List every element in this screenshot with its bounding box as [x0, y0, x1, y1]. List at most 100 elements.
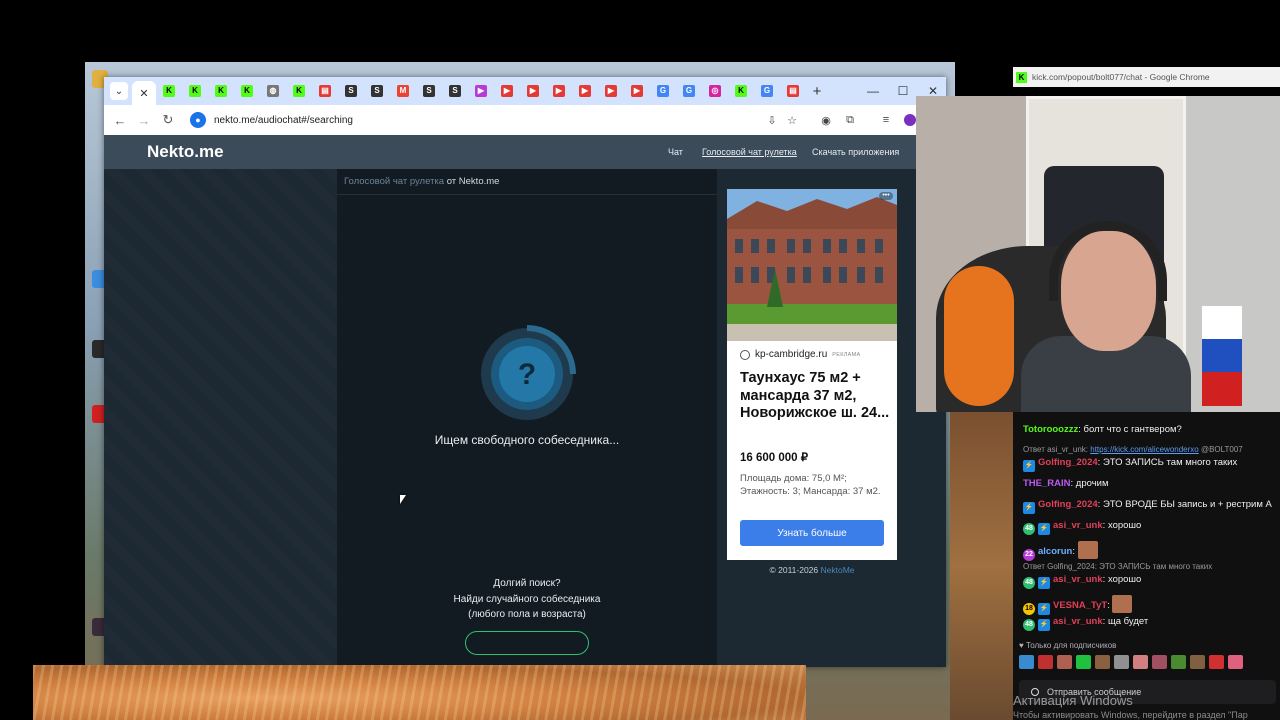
- browser-tab[interactable]: G: [754, 77, 780, 105]
- chat-username[interactable]: Golfing_2024: [1038, 457, 1098, 468]
- browser-tab[interactable]: ◍: [260, 77, 286, 105]
- emote-icon[interactable]: [1171, 655, 1186, 669]
- ad-card[interactable]: ••• kp-cambridge.ru РЕКЛАМА Таунхаус 75 …: [727, 189, 897, 560]
- nav-chat[interactable]: Чат: [668, 147, 683, 157]
- emote-icon[interactable]: [1095, 655, 1110, 669]
- emote-icon[interactable]: [1076, 655, 1091, 669]
- extension-icon[interactable]: ◉: [816, 110, 836, 130]
- back-icon[interactable]: ←: [108, 108, 132, 132]
- emote-icon[interactable]: [1019, 655, 1034, 669]
- tab-favicon-icon: K: [215, 85, 227, 97]
- nav-download-apps[interactable]: Скачать приложения: [812, 147, 899, 157]
- ad-options-icon[interactable]: •••: [879, 192, 893, 200]
- ad-badge: РЕКЛАМА: [832, 351, 861, 358]
- subscriber-badge-icon: ⚡: [1023, 502, 1035, 514]
- ad-domain[interactable]: kp-cambridge.ru: [755, 349, 827, 360]
- browser-tab[interactable]: K: [286, 77, 312, 105]
- chat-username[interactable]: Golfing_2024: [1038, 499, 1098, 510]
- browser-tab[interactable]: G: [676, 77, 702, 105]
- tab-favicon-icon: S: [371, 85, 383, 97]
- chat-text: хорошо: [1107, 520, 1142, 531]
- browser-tab[interactable]: K: [156, 77, 182, 105]
- site-logo[interactable]: Nekto.me: [147, 142, 224, 162]
- media-control-icon[interactable]: ≡: [876, 110, 896, 130]
- chat-text: ЭТО ВРОДЕ БЫ запись и + рестрим А: [1102, 499, 1272, 510]
- emote-icon[interactable]: [1209, 655, 1224, 669]
- close-icon[interactable]: ✕: [139, 87, 148, 100]
- tab-favicon-icon: K: [163, 85, 175, 97]
- browser-tab[interactable]: ▤: [312, 77, 338, 105]
- copyright: © 2011-2026 NektoMe: [717, 565, 907, 575]
- copyright-link[interactable]: NektoMe: [821, 565, 855, 575]
- breadcrumb-link[interactable]: Голосовой чат рулетка: [344, 176, 444, 187]
- emote-icon[interactable]: [1038, 655, 1053, 669]
- cat-fur-overlay: [33, 665, 806, 720]
- extensions-puzzle-icon[interactable]: ⧉: [840, 110, 860, 130]
- install-app-icon[interactable]: ⇩: [762, 110, 782, 130]
- chat-username[interactable]: THE_RAIN: [1023, 478, 1071, 489]
- browser-tab[interactable]: ▶: [468, 77, 494, 105]
- ad-domain-row[interactable]: kp-cambridge.ru РЕКЛАМА: [740, 349, 860, 360]
- minimize-button[interactable]: —: [858, 77, 888, 105]
- reply-link[interactable]: https://kick.com/alicewonderxo: [1090, 445, 1199, 454]
- browser-tab[interactable]: ◎: [702, 77, 728, 105]
- chat-message: 22 alcorun:: [1023, 541, 1098, 561]
- forward-icon[interactable]: →: [132, 108, 156, 132]
- browser-tab[interactable]: K: [234, 77, 260, 105]
- tab-favicon-icon: K: [241, 85, 253, 97]
- emote-icon[interactable]: [1228, 655, 1243, 669]
- browser-tab[interactable]: S: [364, 77, 390, 105]
- chat-username[interactable]: asi_vr_unk: [1053, 520, 1103, 531]
- chat-username[interactable]: alcorun: [1038, 546, 1072, 557]
- tab-favicon-icon: S: [345, 85, 357, 97]
- emote-icon[interactable]: [1133, 655, 1148, 669]
- chat-username[interactable]: VESNA_TyT: [1053, 600, 1107, 611]
- divider: [337, 194, 717, 195]
- tab-favicon-icon: G: [761, 85, 773, 97]
- bookmark-star-icon[interactable]: ☆: [782, 110, 802, 130]
- reload-icon[interactable]: ↻: [156, 108, 180, 132]
- tab-favicon-icon: ▶: [501, 85, 513, 97]
- chat-username[interactable]: asi_vr_unk: [1053, 616, 1103, 627]
- emote-icon[interactable]: [1114, 655, 1129, 669]
- maximize-button[interactable]: ☐: [888, 77, 918, 105]
- windows-activation-title: Активация Windows: [1013, 693, 1133, 708]
- learn-more-button[interactable]: Узнать больше: [740, 520, 884, 546]
- emote-icon[interactable]: [1152, 655, 1167, 669]
- browser-tab[interactable]: K: [182, 77, 208, 105]
- browser-tab[interactable]: ▤: [780, 77, 806, 105]
- browser-tab[interactable]: K: [208, 77, 234, 105]
- browser-tab[interactable]: ▶: [494, 77, 520, 105]
- browser-tab[interactable]: K: [728, 77, 754, 105]
- tab-search-button[interactable]: ⌄: [110, 82, 128, 100]
- ad-photo[interactable]: •••: [727, 189, 897, 341]
- browser-tab[interactable]: ▶: [572, 77, 598, 105]
- chat-username[interactable]: Totorooozzz: [1023, 424, 1078, 435]
- ad-description: Площадь дома: 75,0 М²; Этажность: 3; Ман…: [740, 473, 881, 497]
- address-bar[interactable]: ● nekto.me/audiochat#/searching: [186, 108, 786, 132]
- new-tab-button[interactable]: +: [806, 77, 828, 105]
- webcam-feed: [916, 96, 1280, 412]
- browser-tab[interactable]: S: [338, 77, 364, 105]
- microphone-icon[interactable]: ●: [190, 112, 206, 128]
- ad-title[interactable]: Таунхаус 75 м2 + мансарда 37 м2, Новориж…: [740, 370, 890, 423]
- browser-tab[interactable]: G: [650, 77, 676, 105]
- emote-icon[interactable]: [1190, 655, 1205, 669]
- browser-tab[interactable]: ▶: [598, 77, 624, 105]
- tab-favicon-icon: ▶: [605, 85, 617, 97]
- random-partner-button[interactable]: [465, 631, 589, 655]
- emote-icon[interactable]: [1057, 655, 1072, 669]
- windows-activation-text: Чтобы активировать Windows, перейдите в …: [1013, 710, 1248, 720]
- browser-tab[interactable]: ▶: [546, 77, 572, 105]
- browser-tab[interactable]: M: [390, 77, 416, 105]
- nav-voice-roulette[interactable]: Голосовой чат рулетка: [702, 147, 797, 157]
- chat-emote-icon: [1112, 595, 1133, 613]
- url-text[interactable]: nekto.me/audiochat#/searching: [214, 115, 353, 126]
- chat-username[interactable]: asi_vr_unk: [1053, 574, 1103, 585]
- browser-tab[interactable]: ▶: [520, 77, 546, 105]
- browser-tab[interactable]: S: [442, 77, 468, 105]
- browser-tab[interactable]: ▶: [624, 77, 650, 105]
- kick-window-title: kick.com/popout/bolt077/chat - Google Ch…: [1032, 72, 1210, 82]
- active-tab[interactable]: ✕: [132, 81, 156, 105]
- browser-tab[interactable]: S: [416, 77, 442, 105]
